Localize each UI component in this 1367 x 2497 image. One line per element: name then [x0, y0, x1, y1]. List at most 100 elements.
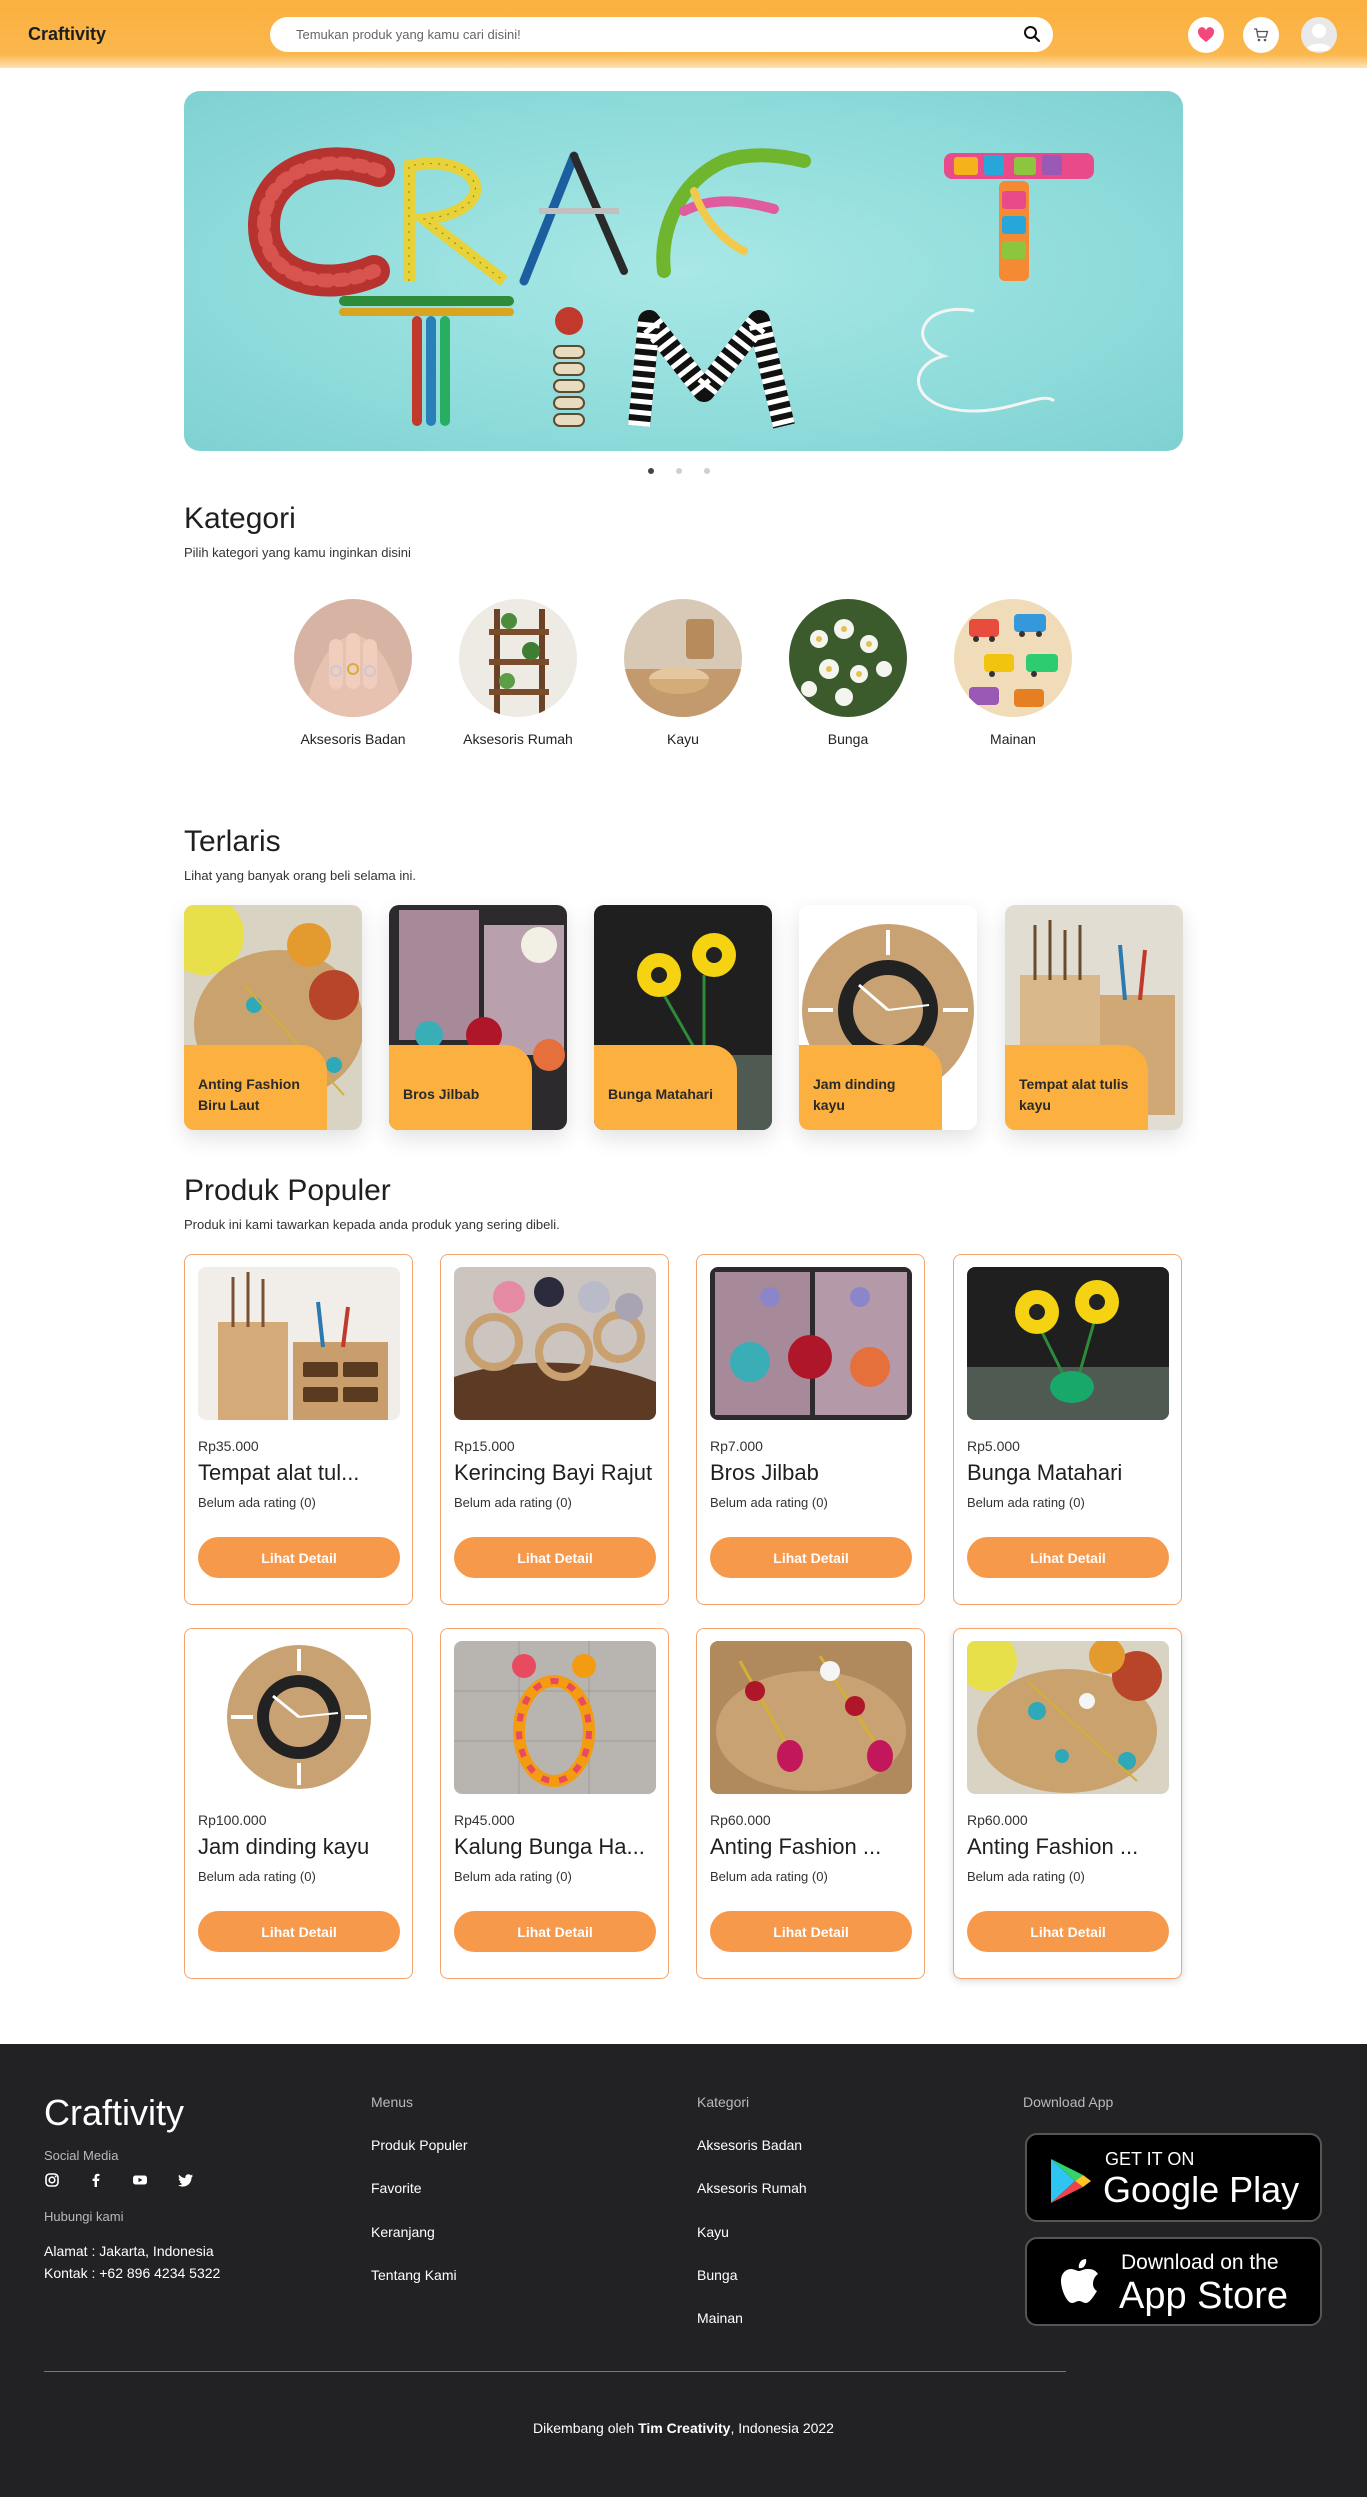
- bestseller-card[interactable]: Bros Jilbab: [389, 905, 567, 1130]
- product-card[interactable]: Rp35.000 Tempat alat tul... Belum ada ra…: [184, 1254, 413, 1605]
- product-image: [710, 1267, 912, 1420]
- product-rating: Belum ada rating (0): [710, 1495, 828, 1510]
- product-price: Rp15.000: [454, 1438, 515, 1454]
- product-card[interactable]: Rp60.000 Anting Fashion ... Belum ada ra…: [953, 1628, 1182, 1979]
- search-icon[interactable]: [1023, 25, 1041, 43]
- footer-link-mainan[interactable]: Mainan: [697, 2310, 743, 2326]
- app-store-small: Download on the: [1121, 2251, 1279, 2274]
- kategori-subtitle: Pilih kategori yang kamu inginkan disini: [184, 545, 411, 560]
- category-label: Bunga: [827, 731, 869, 747]
- category-kayu[interactable]: Kayu: [613, 599, 753, 747]
- carousel-dot-2[interactable]: [676, 468, 682, 474]
- twitter-icon[interactable]: [178, 2172, 194, 2188]
- hero-craft-image: [247, 147, 1094, 429]
- product-card[interactable]: Rp60.000 Anting Fashion ... Belum ada ra…: [696, 1628, 925, 1979]
- credit-team: Tim Creativity: [638, 2420, 731, 2436]
- bestseller-label: Tempat alat tulis kayu: [1005, 1045, 1148, 1130]
- google-play-icon: [1051, 2159, 1091, 2203]
- footer-credit: Dikembang oleh Tim Creativity, Indonesia…: [0, 2420, 1367, 2436]
- cart-button[interactable]: [1243, 17, 1279, 53]
- category-image: [624, 599, 742, 717]
- category-label: Aksesoris Rumah: [463, 731, 573, 747]
- category-mainan[interactable]: Mainan: [943, 599, 1083, 747]
- footer-link-aksesoris-rumah[interactable]: Aksesoris Rumah: [697, 2180, 807, 2196]
- product-image: [198, 1641, 400, 1794]
- product-card[interactable]: Rp7.000 Bros Jilbab Belum ada rating (0)…: [696, 1254, 925, 1605]
- search-input[interactable]: [296, 17, 996, 52]
- credit-suffix: , Indonesia 2022: [730, 2420, 834, 2436]
- product-image: [454, 1267, 656, 1420]
- footer-divider: [44, 2371, 1066, 2372]
- apple-icon: [1061, 2259, 1098, 2303]
- lihat-detail-button[interactable]: Lihat Detail: [454, 1537, 656, 1578]
- product-image: [967, 1641, 1169, 1794]
- product-rating: Belum ada rating (0): [454, 1495, 572, 1510]
- avatar[interactable]: [1301, 17, 1337, 53]
- product-rating: Belum ada rating (0): [710, 1869, 828, 1884]
- heart-icon: [1197, 27, 1215, 42]
- carousel-dot-1[interactable]: [648, 468, 654, 474]
- category-aksesoris-rumah[interactable]: Aksesoris Rumah: [448, 599, 588, 747]
- product-rating: Belum ada rating (0): [454, 1869, 572, 1884]
- brand-logo[interactable]: Craftivity: [28, 24, 106, 45]
- footer-link-favorite[interactable]: Favorite: [371, 2180, 422, 2196]
- phone-text: Kontak : +62 896 4234 5322: [44, 2265, 221, 2281]
- product-image: [967, 1267, 1169, 1420]
- populer-subtitle: Produk ini kami tawarkan kepada anda pro…: [184, 1217, 560, 1232]
- search-bar: [270, 17, 1053, 52]
- footer-link-aksesoris-badan[interactable]: Aksesoris Badan: [697, 2137, 802, 2153]
- product-image: [454, 1641, 656, 1794]
- bestseller-label: Bunga Matahari: [594, 1045, 737, 1130]
- lihat-detail-button[interactable]: Lihat Detail: [967, 1911, 1169, 1952]
- category-label: Mainan: [990, 731, 1036, 747]
- google-play-big: Google Play: [1103, 2169, 1300, 2210]
- bestseller-card[interactable]: Anting Fashion Biru Laut: [184, 905, 362, 1130]
- bestseller-card[interactable]: Jam dinding kayu: [799, 905, 977, 1130]
- cart-icon: [1254, 28, 1269, 42]
- category-aksesoris-badan[interactable]: Aksesoris Badan: [283, 599, 423, 747]
- product-price: Rp5.000: [967, 1438, 1020, 1454]
- carousel-dot-3[interactable]: [704, 468, 710, 474]
- lihat-detail-button[interactable]: Lihat Detail: [710, 1911, 912, 1952]
- lihat-detail-button[interactable]: Lihat Detail: [198, 1537, 400, 1578]
- bestseller-card[interactable]: Bunga Matahari: [594, 905, 772, 1130]
- carousel-dots: [648, 466, 720, 476]
- lihat-detail-button[interactable]: Lihat Detail: [710, 1537, 912, 1578]
- bestseller-card[interactable]: Tempat alat tulis kayu: [1005, 905, 1183, 1130]
- google-play-small: GET IT ON: [1105, 2149, 1195, 2169]
- bestseller-label: Jam dinding kayu: [799, 1045, 942, 1130]
- product-rating: Belum ada rating (0): [967, 1869, 1085, 1884]
- footer-link-bunga[interactable]: Bunga: [697, 2267, 737, 2283]
- product-name: Bunga Matahari: [967, 1460, 1123, 1485]
- product-card[interactable]: Rp100.000 Jam dinding kayu Belum ada rat…: [184, 1628, 413, 1979]
- youtube-icon[interactable]: [132, 2172, 148, 2188]
- category-bunga[interactable]: Bunga: [778, 599, 918, 747]
- product-card[interactable]: Rp5.000 Bunga Matahari Belum ada rating …: [953, 1254, 1182, 1605]
- product-card[interactable]: Rp15.000 Kerincing Bayi Rajut Belum ada …: [440, 1254, 669, 1605]
- product-price: Rp45.000: [454, 1812, 515, 1828]
- app-store-big: App Store: [1119, 2275, 1288, 2317]
- instagram-icon[interactable]: [44, 2172, 60, 2188]
- hero-banner[interactable]: [184, 91, 1183, 451]
- lihat-detail-button[interactable]: Lihat Detail: [454, 1911, 656, 1952]
- footer-link-tentang-kami[interactable]: Tentang Kami: [371, 2267, 457, 2283]
- favorite-button[interactable]: [1188, 17, 1224, 53]
- product-card[interactable]: Rp45.000 Kalung Bunga Ha... Belum ada ra…: [440, 1628, 669, 1979]
- product-image: [198, 1267, 400, 1420]
- lihat-detail-button[interactable]: Lihat Detail: [967, 1537, 1169, 1578]
- facebook-icon[interactable]: [88, 2172, 104, 2188]
- footer-link-kayu[interactable]: Kayu: [697, 2224, 729, 2240]
- lihat-detail-button[interactable]: Lihat Detail: [198, 1911, 400, 1952]
- footer-link-keranjang[interactable]: Keranjang: [371, 2224, 435, 2240]
- product-image: [710, 1641, 912, 1794]
- footer: Craftivity Social Media Hubungi kami Ala…: [0, 2044, 1367, 2497]
- top-header: Craftivity: [0, 0, 1367, 68]
- product-name: Kerincing Bayi Rajut: [454, 1460, 653, 1485]
- app-store-button[interactable]: Download on the App Store: [1025, 2237, 1322, 2326]
- product-name: Tempat alat tul...: [198, 1460, 360, 1485]
- terlaris-title: Terlaris: [184, 825, 281, 858]
- user-icon: [1306, 24, 1332, 51]
- footer-link-produk-populer[interactable]: Produk Populer: [371, 2137, 468, 2153]
- google-play-button[interactable]: GET IT ON Google Play: [1025, 2133, 1322, 2222]
- category-image: [954, 599, 1072, 717]
